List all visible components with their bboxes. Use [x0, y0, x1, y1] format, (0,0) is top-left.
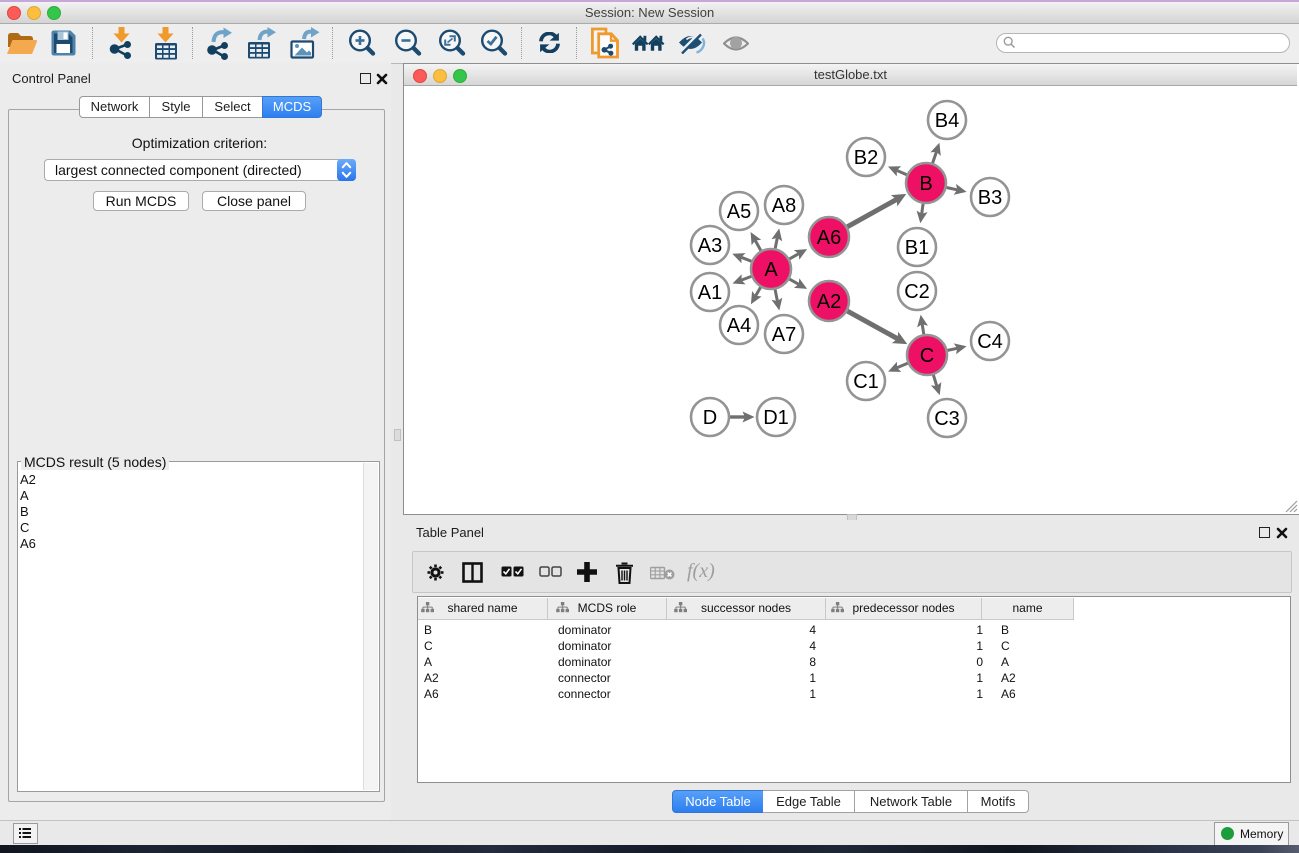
- svg-text:A: A: [764, 259, 778, 281]
- svg-text:B2: B2: [854, 147, 878, 169]
- svg-text:A4: A4: [727, 315, 751, 337]
- svg-text:A7: A7: [772, 324, 796, 346]
- svg-text:C: C: [920, 345, 934, 367]
- svg-text:B1: B1: [905, 237, 929, 259]
- svg-text:A3: A3: [698, 235, 722, 257]
- svg-text:C1: C1: [853, 371, 879, 393]
- svg-text:A2: A2: [817, 291, 841, 313]
- svg-text:D1: D1: [763, 407, 789, 429]
- svg-text:B: B: [919, 173, 932, 195]
- svg-text:A6: A6: [817, 227, 841, 249]
- svg-text:C4: C4: [977, 331, 1003, 353]
- svg-text:D: D: [703, 407, 717, 429]
- svg-text:C3: C3: [934, 408, 960, 430]
- svg-text:A5: A5: [727, 201, 751, 223]
- svg-text:C2: C2: [904, 281, 930, 303]
- svg-text:B3: B3: [978, 187, 1002, 209]
- svg-text:A8: A8: [772, 195, 796, 217]
- svg-text:A1: A1: [698, 282, 722, 304]
- svg-text:B4: B4: [935, 110, 959, 132]
